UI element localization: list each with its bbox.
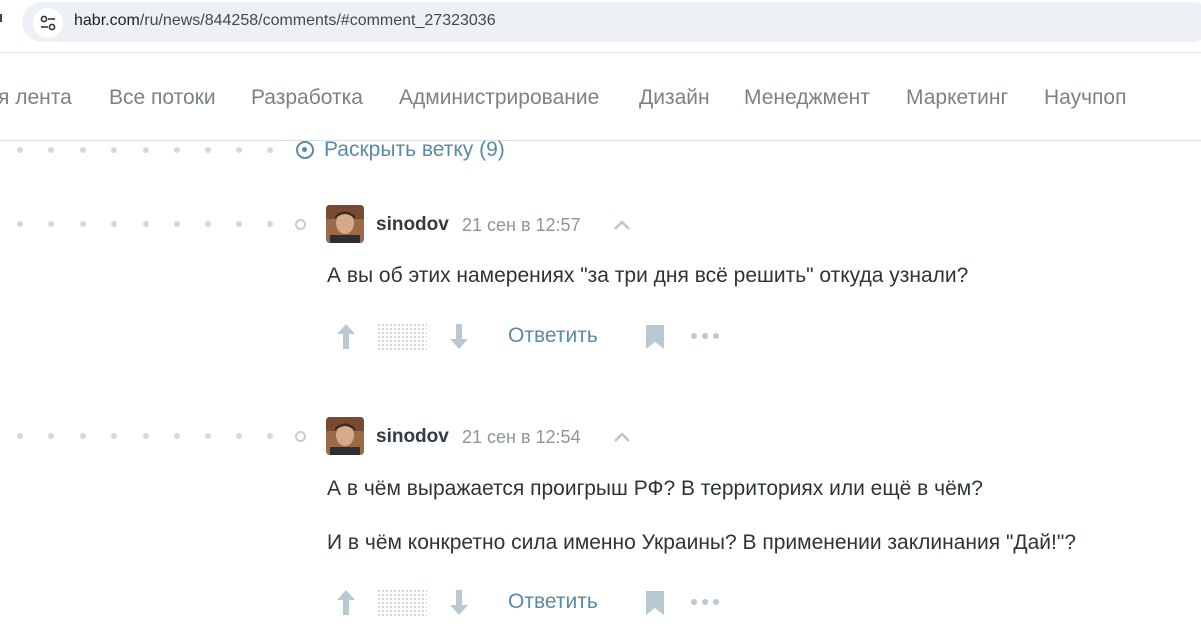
bookmark-icon[interactable] <box>644 590 666 616</box>
indent-dot <box>236 221 242 227</box>
indent-dot <box>17 147 23 153</box>
nav-item-marketing[interactable]: Маркетинг <box>906 86 1008 110</box>
comment-author[interactable]: sinodov <box>376 214 449 236</box>
indent-dot <box>143 221 149 227</box>
indent-dot <box>143 433 149 439</box>
indent-dot <box>205 147 211 153</box>
bookmark-icon[interactable] <box>644 324 666 350</box>
indent-dot <box>236 433 242 439</box>
indent-dot <box>236 147 242 153</box>
indent-dot <box>267 221 273 227</box>
thread-node-icon <box>295 431 306 442</box>
url-path: /ru/news/844258/comments/#comment_273230… <box>139 12 496 29</box>
indent-dot <box>48 221 54 227</box>
more-options-icon[interactable] <box>690 598 720 606</box>
nav-item-my-feed[interactable]: я лента <box>0 86 72 110</box>
rating-hidden-placeholder <box>377 323 427 351</box>
nav-item-management[interactable]: Менеджмент <box>744 86 870 110</box>
avatar[interactable] <box>326 205 364 243</box>
indent-dot <box>267 147 273 153</box>
comment-paragraph: И в чём конкретно сила именно Украины? В… <box>327 531 1077 554</box>
comment-time[interactable]: 21 сен в 12:54 <box>462 427 581 448</box>
reply-button[interactable]: Ответить <box>508 590 598 614</box>
more-options-icon[interactable] <box>690 332 720 340</box>
nav-item-design[interactable]: Дизайн <box>639 86 710 110</box>
chevron-up-icon[interactable] <box>612 218 632 232</box>
indent-dot <box>111 433 117 439</box>
vote-down-icon[interactable] <box>448 323 470 351</box>
indent-dot <box>17 433 23 439</box>
tab-edge-mark <box>0 12 3 28</box>
indent-dot <box>80 221 86 227</box>
indent-dot <box>143 147 149 153</box>
vote-up-icon[interactable] <box>335 322 357 350</box>
comment-author[interactable]: sinodov <box>376 426 449 448</box>
nav-item-all-streams[interactable]: Все потоки <box>109 86 216 110</box>
url-text[interactable]: habr.com/ru/news/844258/comments/#commen… <box>74 12 496 30</box>
url-host: habr.com <box>74 12 140 29</box>
comment-text: А вы об этих намерениях "за три дня всё … <box>327 264 969 287</box>
indent-dot <box>48 147 54 153</box>
indent-dot <box>174 433 180 439</box>
reply-button[interactable]: Ответить <box>508 324 598 348</box>
indent-dot <box>205 433 211 439</box>
avatar[interactable] <box>326 417 364 455</box>
rating-hidden-placeholder <box>377 589 427 617</box>
indent-dot <box>111 221 117 227</box>
comment-paragraph: А в чём выражается проигрыш РФ? В террит… <box>327 477 983 500</box>
hubs-navigation: я лента Все потоки Разработка Администри… <box>0 52 1201 141</box>
indent-dot <box>80 147 86 153</box>
nav-item-administration[interactable]: Администрирование <box>399 86 599 110</box>
indent-dot <box>205 221 211 227</box>
expand-circle-icon <box>296 141 314 159</box>
indent-dot <box>174 221 180 227</box>
tune-icon[interactable] <box>33 8 63 38</box>
expand-thread-label: Раскрыть ветку (9) <box>324 138 505 161</box>
vote-up-icon[interactable] <box>335 588 357 616</box>
vote-down-icon[interactable] <box>448 589 470 617</box>
indent-dot <box>111 147 117 153</box>
nav-item-development[interactable]: Разработка <box>251 86 363 110</box>
comment-time[interactable]: 21 сен в 12:57 <box>462 215 581 236</box>
nav-item-popsci[interactable]: Научпоп <box>1044 86 1126 110</box>
indent-dot <box>17 221 23 227</box>
indent-dot <box>267 433 273 439</box>
indent-dot <box>80 433 86 439</box>
indent-dot <box>48 433 54 439</box>
thread-node-icon <box>295 219 306 230</box>
browser-address-strip: habr.com/ru/news/844258/comments/#commen… <box>0 0 1201 48</box>
indent-dot <box>174 147 180 153</box>
chevron-up-icon[interactable] <box>612 430 632 444</box>
